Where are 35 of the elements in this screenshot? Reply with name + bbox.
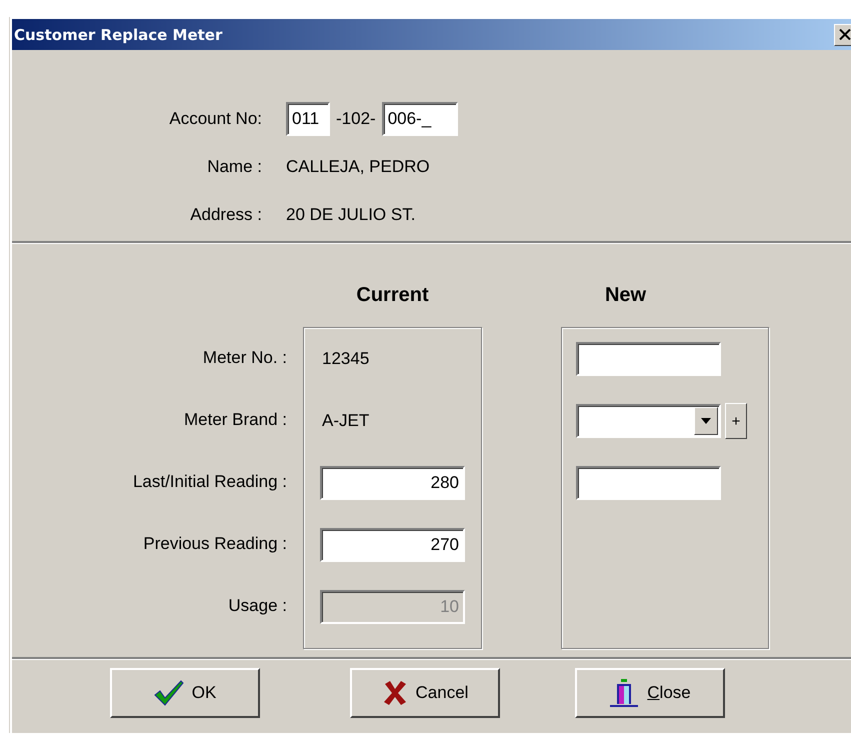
field-value: 20 DE JULIO ST. [285, 205, 416, 225]
account-middle: -102- [336, 109, 376, 129]
close-button[interactable] [834, 24, 851, 46]
door-exit-icon [609, 678, 640, 708]
column-heading: New [604, 284, 646, 306]
reading-field[interactable]: 280 [320, 466, 465, 500]
column-heading: Current [356, 284, 429, 306]
field-label: Name : [206, 157, 263, 177]
dropdown-arrow-button[interactable] [694, 407, 718, 435]
field-label: Usage : [228, 596, 287, 616]
cross-icon [382, 680, 408, 706]
caret-icon [701, 418, 711, 424]
field-value: A-JET [321, 411, 370, 431]
input-field[interactable] [576, 342, 721, 376]
field-label: Meter Brand : [184, 410, 287, 430]
dialog-button[interactable]: OK [110, 668, 260, 718]
field-value: CALLEJA, PEDRO [285, 157, 430, 177]
account-suffix-field[interactable]: 006-_ [382, 102, 458, 136]
field-label: Previous Reading : [143, 534, 287, 554]
account-label: Account No: [168, 109, 263, 129]
dialog-button[interactable]: Cancel [350, 668, 500, 718]
dialog-button[interactable]: Close [575, 668, 725, 718]
add-button[interactable]: + [725, 403, 747, 439]
input-field[interactable] [576, 466, 721, 500]
brand-dropdown[interactable] [576, 404, 721, 438]
field-value: 12345 [321, 349, 370, 369]
reading-field[interactable]: 270 [320, 528, 465, 562]
window-title: Customer Replace Meter [14, 26, 222, 44]
field-label: Meter No. : [202, 348, 287, 368]
usage-field: 10 [320, 590, 465, 624]
account-prefix-field[interactable]: 011 [286, 102, 330, 136]
checkmark-icon [154, 680, 184, 706]
close-icon [839, 29, 851, 40]
field-label: Last/Initial Reading : [132, 472, 287, 492]
field-label: Address : [189, 205, 263, 225]
